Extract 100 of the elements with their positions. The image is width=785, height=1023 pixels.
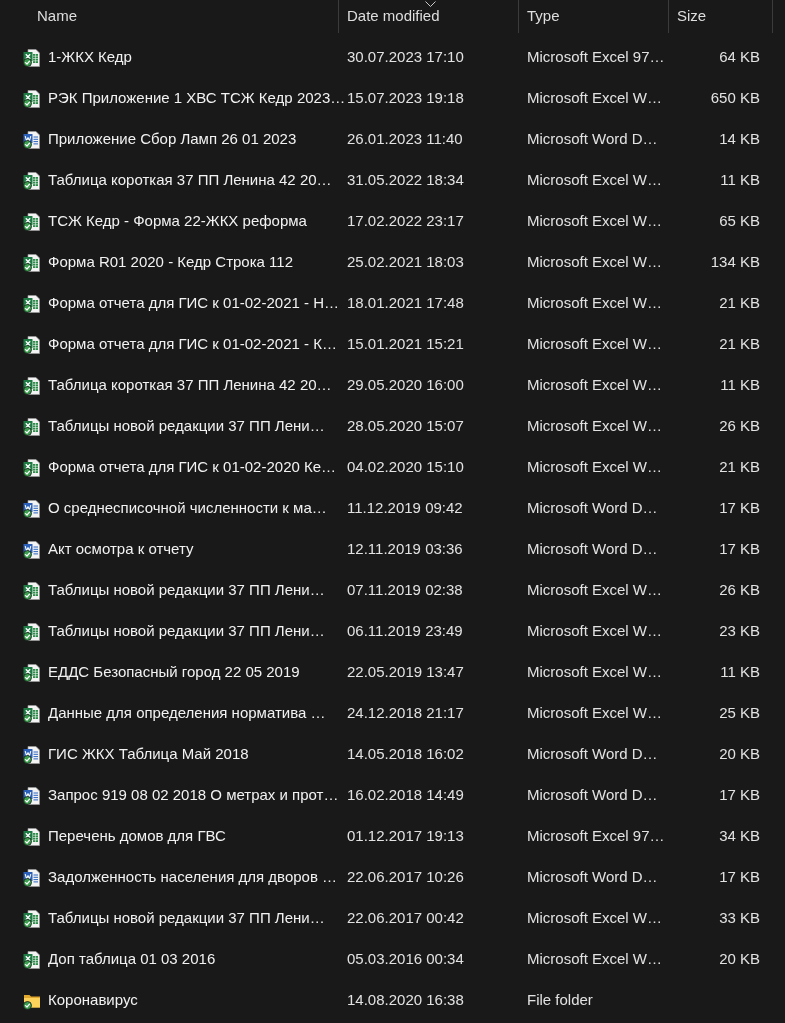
date-modified: 04.02.2020 15:10 [347, 458, 464, 476]
file-type: Microsoft Word D… [527, 130, 658, 148]
spreadsheet-file-icon [23, 622, 41, 641]
date-modified: 29.05.2020 16:00 [347, 376, 464, 394]
file-name[interactable]: Таблицы новой редакции 37 ПП Лени… [48, 907, 325, 930]
spreadsheet-file-icon [23, 48, 41, 67]
file-name[interactable]: Запрос 919 08 02 2018 О метрах и прот… [48, 784, 339, 807]
file-size: 17 KB [719, 867, 760, 888]
file-name[interactable]: Перечень домов для ГВС [48, 825, 226, 848]
file-size: 26 KB [719, 580, 760, 601]
date-modified: 16.02.2018 14:49 [347, 786, 464, 804]
document-file-icon [23, 786, 41, 805]
file-type: Microsoft Excel W… [527, 950, 662, 968]
file-type: Microsoft Excel W… [527, 458, 662, 476]
date-modified: 12.11.2019 03:36 [347, 540, 463, 558]
date-modified: 06.11.2019 23:49 [347, 622, 463, 640]
date-modified: 15.01.2021 15:21 [347, 335, 464, 353]
file-size: 17 KB [719, 785, 760, 806]
date-modified: 22.05.2019 13:47 [347, 663, 464, 681]
date-modified: 22.06.2017 10:26 [347, 868, 464, 886]
spreadsheet-file-icon [23, 704, 41, 723]
spreadsheet-file-icon [23, 212, 41, 231]
date-modified: 11.12.2019 09:42 [347, 499, 463, 517]
document-file-icon [23, 745, 41, 764]
file-type: Microsoft Excel W… [527, 335, 662, 353]
file-name[interactable]: Форма отчета для ГИС к 01-02-2020 Ке… [48, 456, 337, 479]
column-header[interactable]: Name [0, 0, 339, 33]
file-name[interactable]: РЭК Приложение 1 ХВС ТСЖ Кедр 2023… [48, 87, 346, 110]
date-modified: 17.02.2022 23:17 [347, 212, 464, 230]
date-modified: 15.07.2023 19:18 [347, 89, 464, 107]
spreadsheet-file-icon [23, 458, 41, 477]
file-name[interactable]: Таблица короткая 37 ПП Ленина 42 20… [48, 169, 332, 192]
file-size: 21 KB [719, 293, 760, 314]
file-size: 65 KB [719, 211, 760, 232]
file-type: Microsoft Excel W… [527, 171, 662, 189]
file-type: Microsoft Word D… [527, 499, 658, 517]
document-file-icon [23, 868, 41, 887]
file-name[interactable]: ТСЖ Кедр - Форма 22-ЖКХ реформа [48, 210, 307, 233]
file-name[interactable]: 1-ЖКХ Кедр [48, 46, 132, 69]
spreadsheet-file-icon [23, 909, 41, 928]
file-size: 11 KB [720, 170, 760, 191]
file-name[interactable]: Коронавирус [48, 989, 138, 1012]
file-name[interactable]: ГИС ЖКХ Таблица Май 2018 [48, 743, 249, 766]
file-name[interactable]: Приложение Сбор Ламп 26 01 2023 [48, 128, 297, 151]
file-type: Microsoft Word D… [527, 786, 658, 804]
file-size: 34 KB [719, 826, 760, 847]
date-modified: 14.08.2020 16:38 [347, 991, 464, 1009]
file-name[interactable]: Форма отчета для ГИС к 01-02-2021 - Н… [48, 292, 339, 315]
file-size: 23 KB [719, 621, 760, 642]
date-modified: 05.03.2016 00:34 [347, 950, 464, 968]
file-name[interactable]: Данные для определения норматива … [48, 702, 326, 725]
file-name[interactable]: Таблицы новой редакции 37 ПП Лени… [48, 415, 325, 438]
file-type: Microsoft Excel 97… [527, 48, 665, 66]
date-modified: 01.12.2017 19:13 [347, 827, 464, 845]
file-name[interactable]: Таблицы новой редакции 37 ПП Лени… [48, 620, 325, 643]
spreadsheet-file-icon [23, 376, 41, 395]
spreadsheet-file-icon [23, 335, 41, 354]
document-file-icon [23, 130, 41, 149]
spreadsheet-file-icon [23, 581, 41, 600]
file-size: 14 KB [719, 129, 760, 150]
spreadsheet-file-icon [23, 417, 41, 436]
file-type: File folder [527, 991, 593, 1009]
file-type: Microsoft Excel W… [527, 376, 662, 394]
file-type: Microsoft Excel W… [527, 581, 662, 599]
file-name[interactable]: О среднесписочной численности к ма… [48, 497, 327, 520]
file-size: 650 KB [710, 88, 760, 109]
file-type: Microsoft Excel W… [527, 622, 662, 640]
file-type: Microsoft Excel W… [527, 704, 662, 722]
spreadsheet-file-icon [23, 950, 41, 969]
file-type: Microsoft Word D… [527, 745, 658, 763]
file-name[interactable]: ЕДДС Безопасный город 22 05 2019 [48, 661, 300, 684]
file-size: 17 KB [719, 498, 760, 519]
spreadsheet-file-icon [23, 253, 41, 272]
file-name[interactable]: Форма отчета для ГИС к 01-02-2021 - К… [48, 333, 337, 356]
file-size: 11 KB [720, 375, 760, 396]
spreadsheet-file-icon [23, 89, 41, 108]
column-header[interactable]: Date modified [339, 0, 519, 33]
date-modified: 25.02.2021 18:03 [347, 253, 464, 271]
date-modified: 14.05.2018 16:02 [347, 745, 464, 763]
spreadsheet-file-icon [23, 294, 41, 313]
date-modified: 18.01.2021 17:48 [347, 294, 464, 312]
file-type: Microsoft Excel W… [527, 909, 662, 927]
file-size: 33 KB [719, 908, 760, 929]
file-name[interactable]: Доп таблица 01 03 2016 [48, 948, 216, 971]
file-name[interactable]: Задолженность населения для дворов … [48, 866, 338, 889]
file-type: Microsoft Word D… [527, 868, 658, 886]
date-modified: 31.05.2022 18:34 [347, 171, 464, 189]
document-file-icon [23, 540, 41, 559]
file-name[interactable]: Таблицы новой редакции 37 ПП Лени… [48, 579, 325, 602]
file-type: Microsoft Excel W… [527, 89, 662, 107]
column-header[interactable]: Type [519, 0, 669, 33]
file-type: Microsoft Excel W… [527, 663, 662, 681]
file-size: 20 KB [719, 744, 760, 765]
file-name[interactable]: Таблица короткая 37 ПП Ленина 42 20… [48, 374, 332, 397]
file-name[interactable]: Акт осмотра к отчету [48, 538, 194, 561]
file-type: Microsoft Excel W… [527, 294, 662, 312]
column-header[interactable]: Size [669, 0, 773, 33]
date-modified: 28.05.2020 15:07 [347, 417, 464, 435]
file-type: Microsoft Excel 97… [527, 827, 665, 845]
file-name[interactable]: Форма R01 2020 - Кедр Строка 112 [48, 251, 293, 274]
